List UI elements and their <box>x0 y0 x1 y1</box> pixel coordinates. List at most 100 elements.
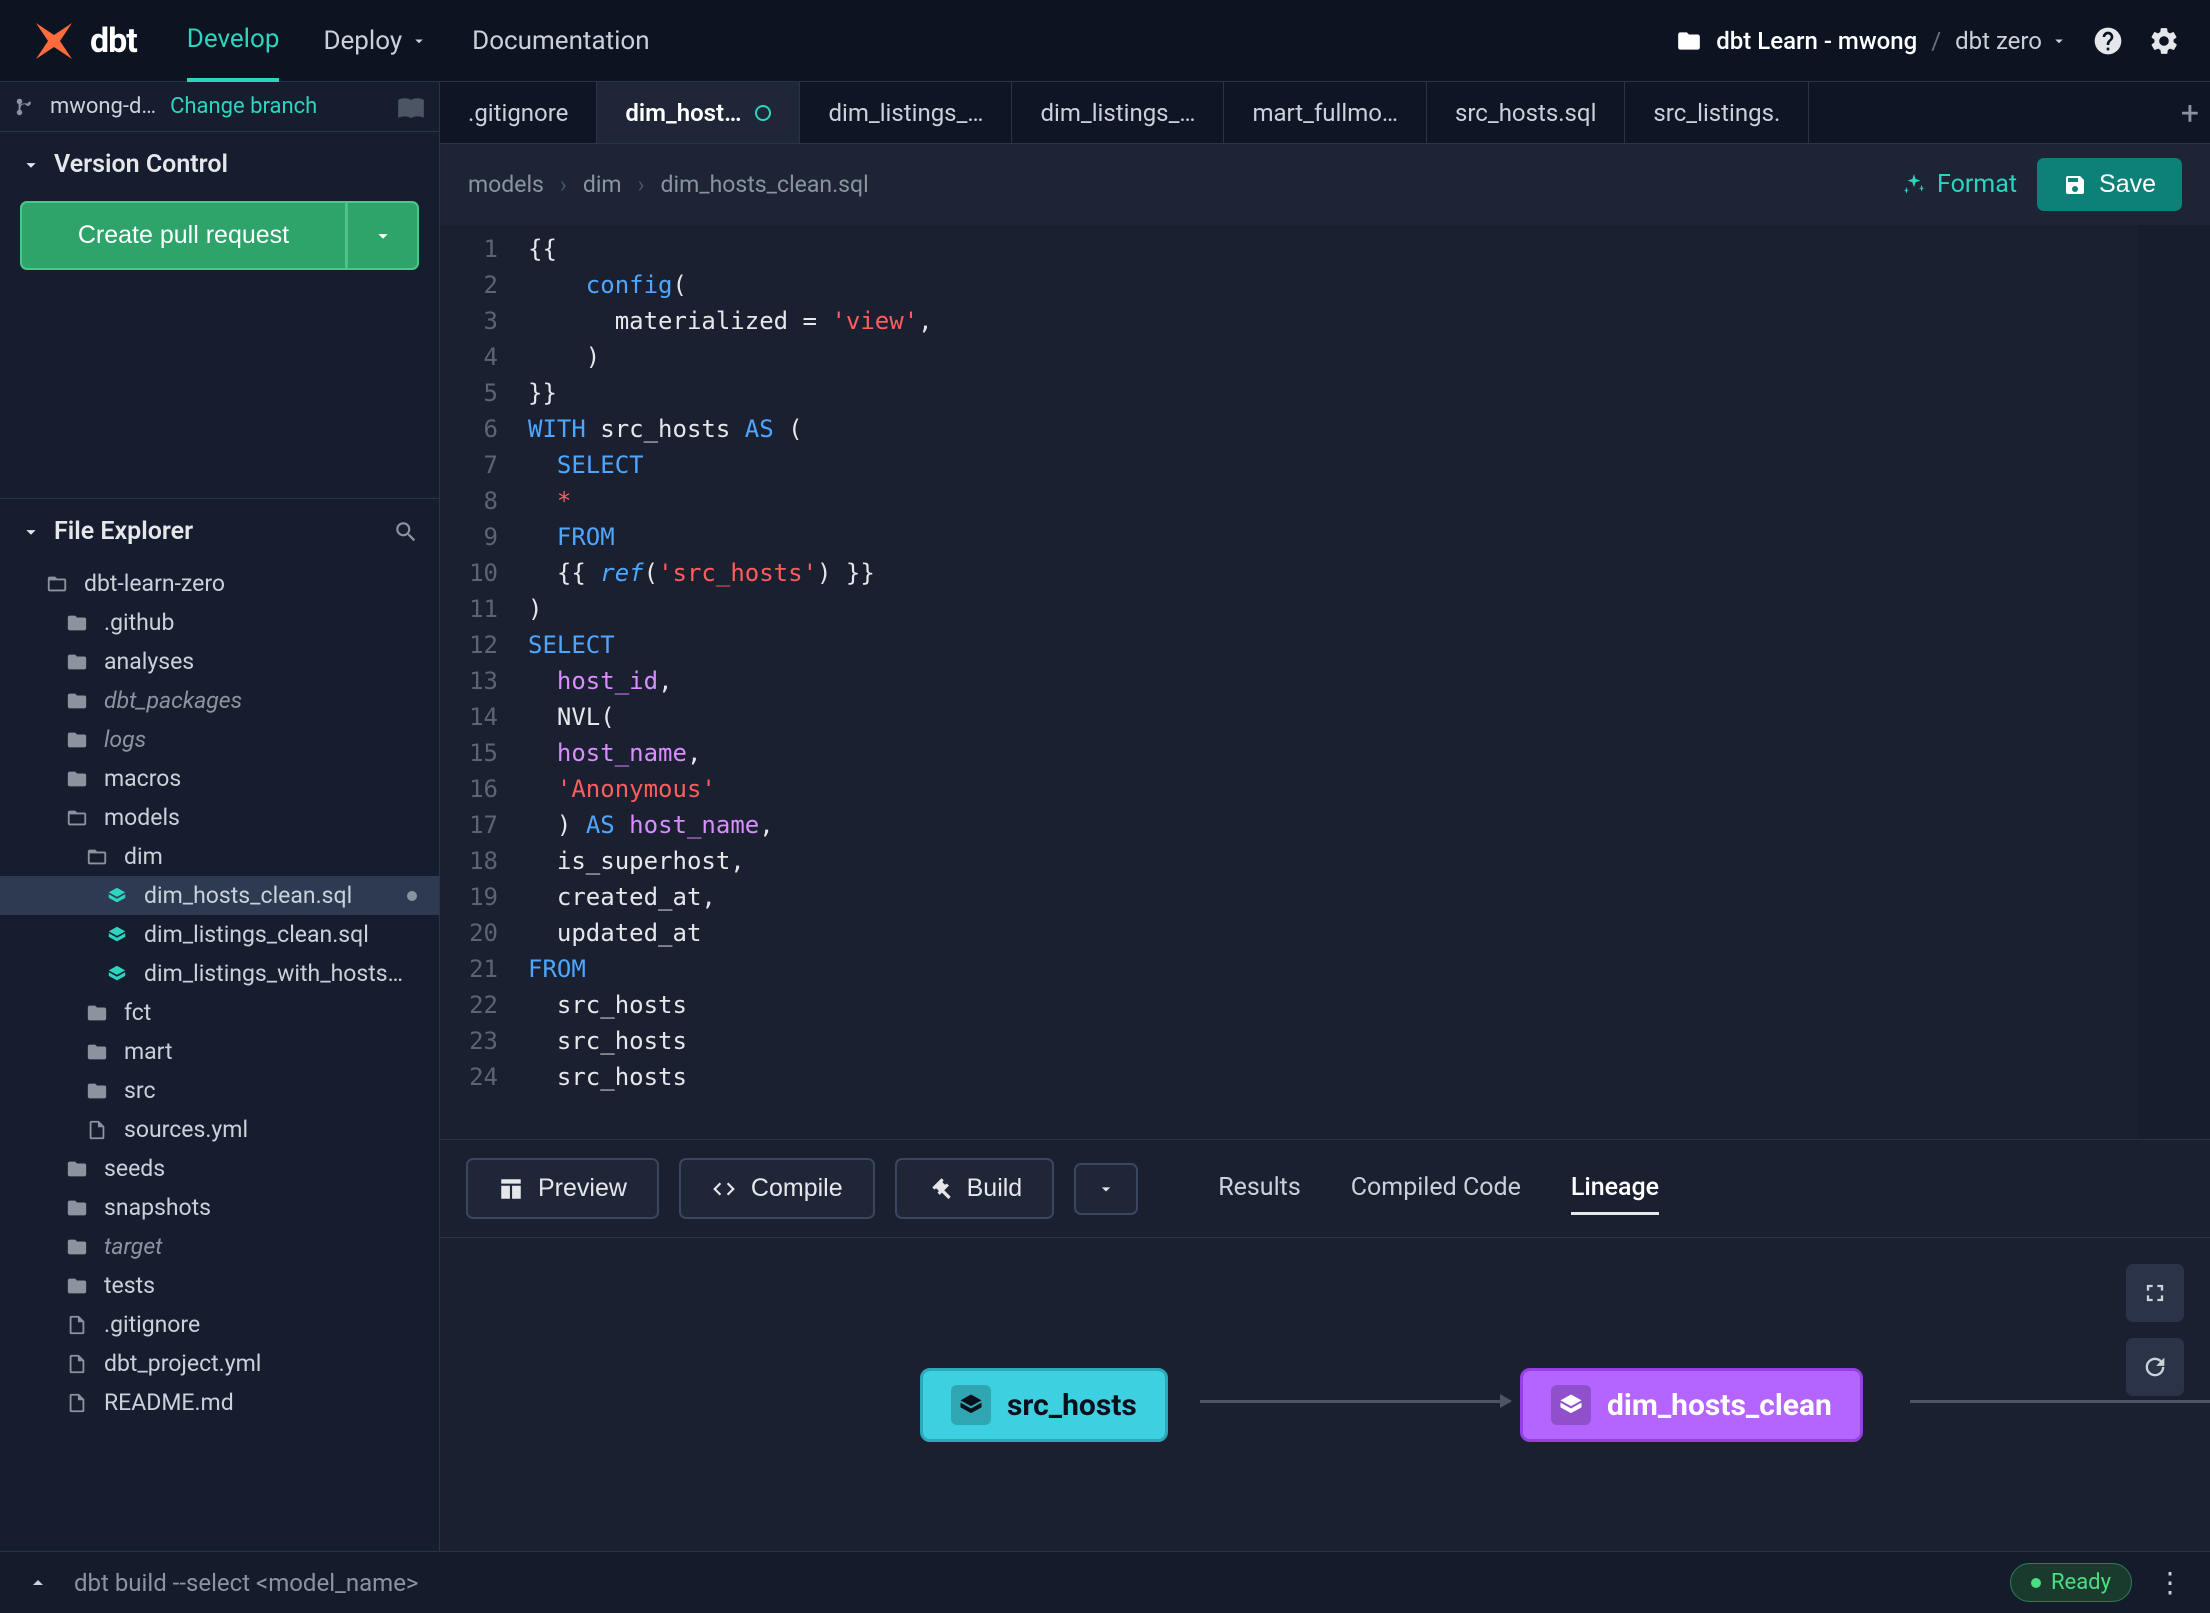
bc-file[interactable]: dim_hosts_clean.sql <box>661 171 869 198</box>
chevron-right-icon: › <box>560 171 567 198</box>
tree-item-seeds[interactable]: seeds <box>0 1149 439 1188</box>
folder-open-icon <box>64 807 90 829</box>
nav-develop[interactable]: Develop <box>187 0 280 82</box>
folder-icon <box>64 1158 90 1180</box>
book-icon[interactable] <box>397 93 425 121</box>
tree-item-logs[interactable]: logs <box>0 720 439 759</box>
expand-icon[interactable] <box>26 1571 50 1595</box>
dbt-logo-icon <box>30 17 78 65</box>
tree-item-dbt-packages[interactable]: dbt_packages <box>0 681 439 720</box>
tabs-row: .gitignoredim_host…dim_listings_…dim_lis… <box>440 82 2210 144</box>
tab-dim-host-[interactable]: dim_host… <box>597 82 800 143</box>
bc-models[interactable]: models <box>468 171 544 198</box>
tab-mart-fullmo-[interactable]: mart_fullmo… <box>1224 82 1427 143</box>
sql-icon <box>104 885 130 907</box>
tree-item-dim[interactable]: dim <box>0 837 439 876</box>
sql-icon <box>104 963 130 985</box>
tree-item-snapshots[interactable]: snapshots <box>0 1188 439 1227</box>
tree-item-dim-listings-with-hosts-[interactable]: dim_listings_with_hosts… <box>0 954 439 993</box>
refresh-button[interactable] <box>2126 1338 2184 1396</box>
logo-text: dbt <box>90 21 137 61</box>
folder-open-icon <box>44 573 70 595</box>
chevron-down-icon <box>20 154 42 176</box>
folder-icon <box>84 1002 110 1024</box>
tab-src-hosts-sql[interactable]: src_hosts.sql <box>1427 82 1625 143</box>
folder-open-icon <box>84 846 110 868</box>
more-icon[interactable]: ⋮ <box>2156 1566 2184 1599</box>
file-icon <box>84 1119 110 1141</box>
tree-item--gitignore[interactable]: .gitignore <box>0 1305 439 1344</box>
tab-dim-listings--[interactable]: dim_listings_… <box>1012 82 1224 143</box>
file-icon <box>64 1353 90 1375</box>
fullscreen-button[interactable] <box>2126 1264 2184 1322</box>
tree-item-analyses[interactable]: analyses <box>0 642 439 681</box>
status-badge: Ready <box>2010 1563 2132 1602</box>
pr-dropdown-button[interactable] <box>347 201 419 270</box>
tree-item-dbt-learn-zero[interactable]: dbt-learn-zero <box>0 564 439 603</box>
nav-documentation[interactable]: Documentation <box>472 0 649 82</box>
hammer-icon <box>927 1176 953 1202</box>
table-icon <box>498 1176 524 1202</box>
tab--gitignore[interactable]: .gitignore <box>440 82 597 143</box>
chevron-down-icon <box>20 521 42 543</box>
tree-item-dbt-project-yml[interactable]: dbt_project.yml <box>0 1344 439 1383</box>
command-input[interactable]: dbt build --select <model_name> <box>74 1569 1986 1597</box>
tab-dim-listings--[interactable]: dim_listings_… <box>800 82 1012 143</box>
project-name: dbt Learn - mwong <box>1716 27 1917 55</box>
folder-icon <box>64 1197 90 1219</box>
chevron-down-icon <box>2050 32 2068 50</box>
change-branch-link[interactable]: Change branch <box>170 94 317 119</box>
version-control-header[interactable]: Version Control <box>20 150 419 179</box>
tree-item-target[interactable]: target <box>0 1227 439 1266</box>
save-button[interactable]: Save <box>2037 158 2182 211</box>
tree-item-tests[interactable]: tests <box>0 1266 439 1305</box>
bc-dim[interactable]: dim <box>583 171 622 198</box>
bottom-toolbar: Preview Compile Build Results Compiled C… <box>440 1140 2210 1238</box>
file-explorer-header[interactable]: File Explorer <box>0 499 439 564</box>
file-explorer-panel: File Explorer dbt-learn-zero.githubanaly… <box>0 498 439 1551</box>
tree-item-dim-hosts-clean-sql[interactable]: dim_hosts_clean.sql <box>0 876 439 915</box>
version-control-panel: Version Control Create pull request <box>0 132 439 288</box>
tab-compiled[interactable]: Compiled Code <box>1351 1163 1521 1215</box>
save-icon <box>2063 173 2087 197</box>
tab-lineage[interactable]: Lineage <box>1571 1163 1659 1215</box>
gear-icon[interactable] <box>2148 25 2180 57</box>
lineage-canvas[interactable]: src_hostsdim_hosts_cleandim_listings_wit… <box>440 1238 2210 1551</box>
project-selector[interactable]: dbt Learn - mwong / dbt zero <box>1676 27 2068 55</box>
folder-icon <box>84 1041 110 1063</box>
create-pr-button[interactable]: Create pull request <box>20 201 347 270</box>
tree-item-fct[interactable]: fct <box>0 993 439 1032</box>
chevron-down-icon <box>410 32 428 50</box>
search-icon[interactable] <box>393 519 419 545</box>
git-branch-icon <box>14 96 36 118</box>
code-content[interactable]: {{ config( materialized = 'view', )}}WIT… <box>514 225 2210 1139</box>
help-icon[interactable] <box>2092 25 2124 57</box>
build-button[interactable]: Build <box>895 1158 1055 1219</box>
dirty-indicator <box>755 105 771 121</box>
nav-deploy[interactable]: Deploy <box>323 0 428 82</box>
tree-item--github[interactable]: .github <box>0 603 439 642</box>
preview-button[interactable]: Preview <box>466 1158 659 1219</box>
tree-item-dim-listings-clean-sql[interactable]: dim_listings_clean.sql <box>0 915 439 954</box>
file-tree: dbt-learn-zero.githubanalysesdbt_package… <box>0 564 439 1551</box>
tab-results[interactable]: Results <box>1218 1163 1301 1215</box>
minimap[interactable] <box>2138 225 2210 1139</box>
tree-item-readme-md[interactable]: README.md <box>0 1383 439 1422</box>
code-editor[interactable]: 123456789101112131415161718192021222324 … <box>440 225 2210 1139</box>
folder-icon <box>1676 28 1702 54</box>
tab-src-listings-[interactable]: src_listings. <box>1625 82 1809 143</box>
tree-item-macros[interactable]: macros <box>0 759 439 798</box>
tree-item-mart[interactable]: mart <box>0 1032 439 1071</box>
env-name: dbt zero <box>1955 27 2068 55</box>
build-dropdown[interactable] <box>1074 1163 1138 1215</box>
add-tab-button[interactable]: + <box>2170 82 2210 143</box>
tree-item-sources-yml[interactable]: sources.yml <box>0 1110 439 1149</box>
lineage-node-dim_hosts_clean[interactable]: dim_hosts_clean <box>1520 1368 1863 1442</box>
status-bar: dbt build --select <model_name> Ready ⋮ <box>0 1551 2210 1613</box>
compile-button[interactable]: Compile <box>679 1158 875 1219</box>
tree-item-src[interactable]: src <box>0 1071 439 1110</box>
lineage-edge <box>1910 1400 2210 1403</box>
lineage-node-src_hosts[interactable]: src_hosts <box>920 1368 1168 1442</box>
tree-item-models[interactable]: models <box>0 798 439 837</box>
format-button[interactable]: Format <box>1901 170 2017 199</box>
